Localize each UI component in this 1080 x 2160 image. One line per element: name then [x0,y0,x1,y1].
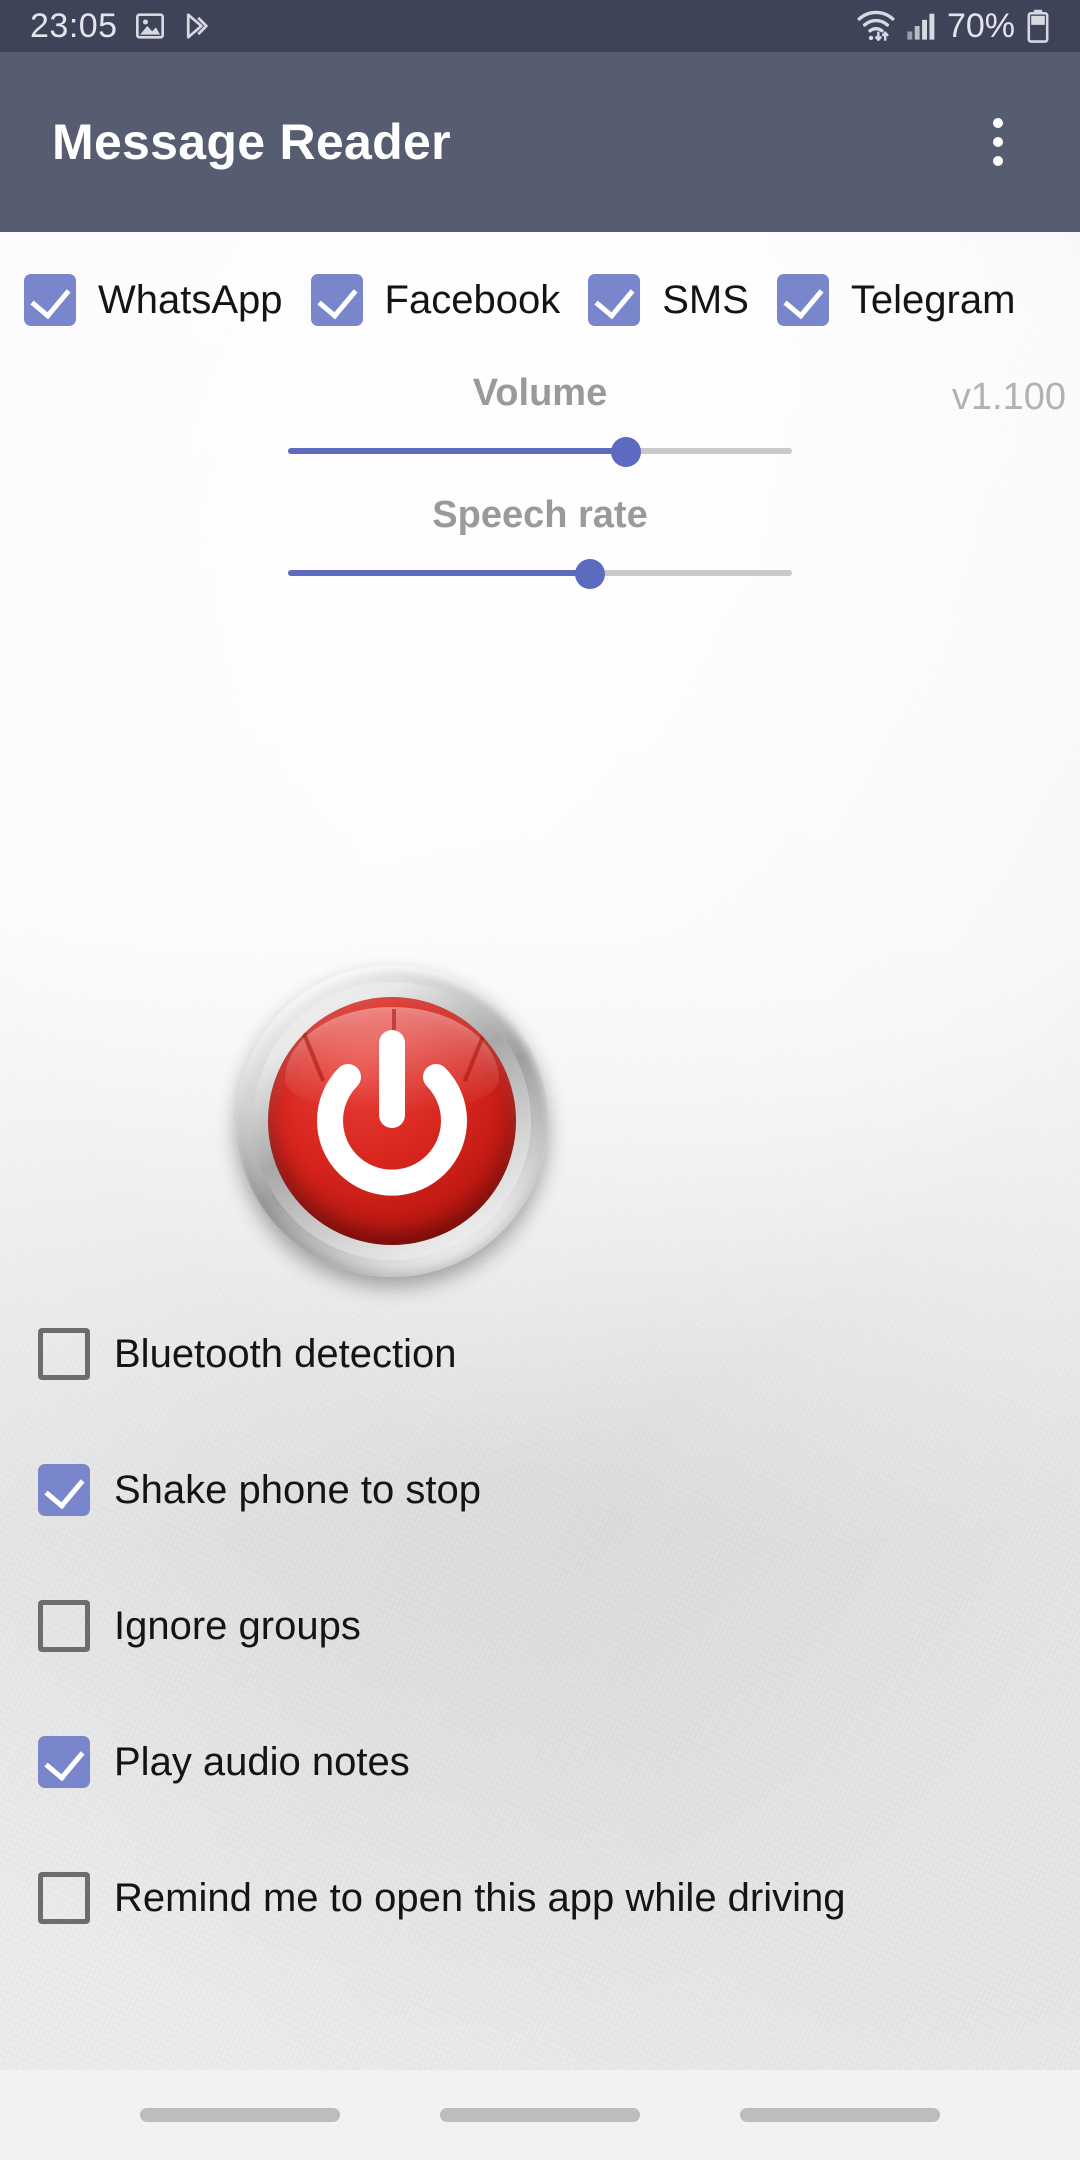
option-row-spacer [38,1388,1038,1456]
checkbox-checked-icon[interactable] [38,1464,90,1516]
source-checkbox-label: Facebook [384,277,561,322]
back-pill[interactable] [740,2108,940,2122]
option-label: Ignore groups [114,1603,361,1648]
source-checkbox-sms[interactable]: SMS [588,274,777,326]
play-triangle-icon [186,13,208,39]
status-bar-right: 70% [857,7,1050,46]
source-checkbox-label: WhatsApp [98,277,283,322]
option-row[interactable]: Bluetooth detection [38,1320,1038,1388]
option-label: Shake phone to stop [114,1467,481,1512]
home-pill[interactable] [440,2108,640,2122]
option-row[interactable]: Play audio notes [38,1728,1038,1796]
message-source-checkbox-row: WhatsApp Facebook SMS Telegram [24,274,1080,326]
recents-pill[interactable] [140,2108,340,2122]
options-checkbox-list: Bluetooth detection Shake phone to stop Ig… [38,1320,1038,1932]
page-title: Message Reader [52,114,451,170]
checkbox-checked-icon[interactable] [588,274,641,326]
option-label: Bluetooth detection [114,1331,457,1376]
checkbox-unchecked-icon[interactable] [38,1600,90,1652]
overflow-menu-icon[interactable] [968,87,1028,197]
volume-label: Volume [472,372,608,414]
source-checkbox-telegram[interactable]: Telegram [776,274,1044,326]
checkbox-checked-icon[interactable] [776,274,829,326]
option-row-spacer [38,1796,1038,1864]
overflow-dot [993,137,1003,147]
status-clock: 23:05 [30,6,118,45]
option-row-spacer [38,1660,1038,1728]
source-checkbox-facebook[interactable]: Facebook [310,274,589,326]
power-toggle-button[interactable] [236,965,548,1277]
volume-slider[interactable] [288,428,792,474]
power-symbol-icon [317,1030,467,1196]
checkbox-unchecked-icon[interactable] [38,1872,90,1924]
system-navigation-bar [0,2070,1080,2160]
speech-rate-slider-fill [288,570,591,576]
checkbox-checked-icon[interactable] [310,274,363,326]
option-label: Remind me to open this app while driving [114,1875,846,1920]
option-label: Play audio notes [114,1739,410,1784]
checkbox-checked-icon[interactable] [38,1736,90,1788]
wifi-icon [857,10,895,41]
option-row[interactable]: Remind me to open this app while driving [38,1864,1038,1932]
option-row[interactable]: Ignore groups [38,1592,1038,1660]
source-checkbox-whatsapp[interactable]: WhatsApp [24,274,311,326]
status-bar: 23:05 70% [0,0,1080,52]
battery-icon [1027,9,1049,43]
option-row[interactable]: Shake phone to stop [38,1456,1038,1524]
overflow-dot [993,118,1003,128]
status-bar-left: 23:05 [30,7,212,46]
main-content: WhatsApp Facebook SMS Telegram Volume Speec… [0,232,1080,2070]
option-row-spacer [38,1524,1038,1592]
battery-percent-label: 70% [946,6,1015,45]
speech-rate-slider[interactable] [288,550,792,596]
checkbox-checked-icon[interactable] [24,274,76,326]
version-label: v1.100 [951,376,1066,418]
speech-rate-slider-thumb[interactable] [575,559,606,589]
source-checkbox-label: Telegram [850,277,1016,322]
volume-slider-thumb[interactable] [610,437,641,467]
app-bar: Message Reader [0,52,1080,232]
signal-icon [907,13,935,40]
source-checkbox-label: SMS [662,277,749,322]
overflow-dot [993,156,1003,166]
checkbox-unchecked-icon[interactable] [38,1328,90,1380]
image-icon [135,13,164,39]
speech-rate-label: Speech rate [432,494,648,536]
volume-slider-fill [288,448,626,454]
